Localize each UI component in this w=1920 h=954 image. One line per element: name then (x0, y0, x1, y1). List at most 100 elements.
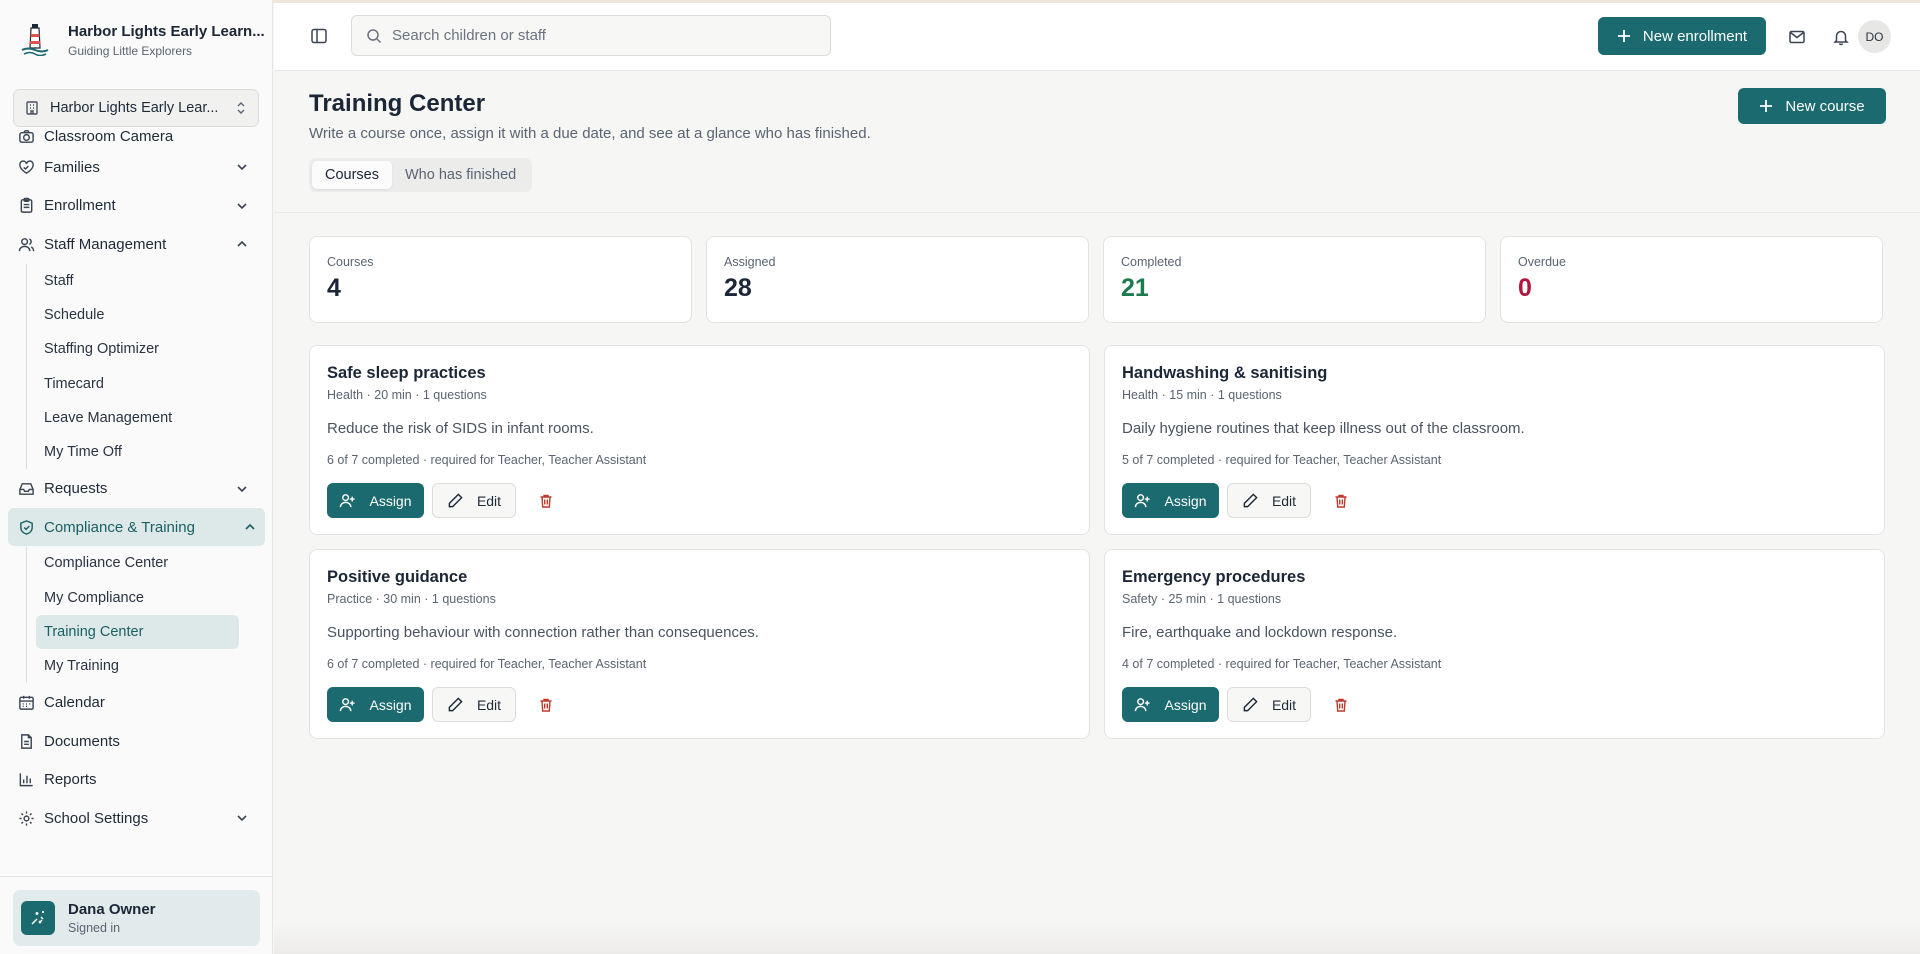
plus-icon (1617, 30, 1630, 42)
sidebar-subitem-my-training[interactable]: My Training (36, 649, 239, 683)
sidebar-nav: Classroom Camera Families Enrollment Sta… (0, 128, 273, 838)
user-status: Signed in (68, 921, 121, 935)
trash-icon[interactable] (538, 697, 554, 713)
course-progress: 6 of 7 completed · required for Teacher,… (327, 657, 647, 671)
course-actions: Assign Edit (1122, 483, 1349, 518)
trash-icon[interactable] (538, 493, 554, 509)
search-icon (367, 28, 382, 43)
assign-button[interactable]: Assign (1122, 483, 1219, 518)
stat-card-completed: Completed 21 (1103, 236, 1486, 323)
brand-tagline: Guiding Little Explorers (68, 44, 193, 58)
sidebar-item-staff-management[interactable]: Staff Management (0, 225, 273, 264)
trash-icon[interactable] (1333, 493, 1349, 509)
course-meta: Safety · 25 min · 1 questions (1122, 592, 1282, 606)
sidebar-item-label: Reports (44, 771, 97, 789)
user-plus-icon (340, 494, 356, 508)
assign-label: Assign (369, 696, 412, 713)
chevron-up-icon (245, 523, 255, 530)
chevron-down-icon (237, 815, 247, 822)
sidebar-item-documents[interactable]: Documents (0, 722, 273, 761)
sidebar-item-families[interactable]: Families (0, 148, 273, 187)
edit-button[interactable]: Edit (432, 687, 516, 722)
course-actions: Assign Edit (327, 483, 554, 518)
assign-button[interactable]: Assign (1122, 687, 1219, 722)
camera-icon (19, 129, 34, 143)
course-title: Safe sleep practices (327, 364, 486, 382)
sidebar-item-enrollment[interactable]: Enrollment (0, 187, 273, 226)
user-plus-icon (1135, 494, 1151, 508)
sidebar-subitem-leave-management[interactable]: Leave Management (36, 401, 239, 435)
course-card: Emergency procedures Safety · 25 min · 1… (1104, 549, 1885, 739)
sidebar-toggle-icon[interactable] (310, 27, 328, 45)
edit-button[interactable]: Edit (1227, 483, 1311, 518)
new-enrollment-button[interactable]: New enrollment (1598, 17, 1766, 55)
tab-who-has-finished[interactable]: Who has finished (392, 161, 529, 189)
edit-label: Edit (1271, 492, 1297, 509)
sidebar-item-label: Classroom Camera (44, 127, 174, 145)
sidebar-subitem-my-compliance[interactable]: My Compliance (36, 581, 239, 615)
course-description: Daily hygiene routines that keep illness… (1122, 420, 1525, 437)
stat-label: Assigned (724, 255, 776, 269)
sidebar-item-label: Enrollment (44, 197, 116, 215)
stat-card-courses: Courses 4 (309, 236, 692, 323)
sidebar-subitem-schedule[interactable]: Schedule (36, 298, 239, 332)
user-card[interactable]: Dana Owner Signed in (13, 890, 260, 946)
course-card: Handwashing & sanitising Health · 15 min… (1104, 345, 1885, 535)
sidebar-subitem-training-center[interactable]: Training Center (36, 614, 239, 650)
sidebar-item-school-settings[interactable]: School Settings (0, 799, 273, 838)
assign-button[interactable]: Assign (327, 483, 424, 518)
file-text-icon (21, 733, 32, 749)
trash-icon[interactable] (1333, 697, 1349, 713)
stat-card-assigned: Assigned 28 (706, 236, 1089, 323)
assign-label: Assign (369, 492, 412, 509)
sidebar-item-label: Staff Management (44, 235, 167, 253)
organization-select[interactable]: Harbor Lights Early Lear... (13, 89, 259, 127)
sidebar-item-requests[interactable]: Requests (0, 469, 273, 508)
brand[interactable]: Harbor Lights Early Learn... Guiding Lit… (20, 22, 265, 59)
sidebar-item-label: Families (44, 158, 100, 176)
stat-label: Courses (327, 255, 374, 269)
stat-value: 21 (1121, 274, 1149, 302)
top-bar: Search children or staff New enrollment … (274, 3, 1920, 71)
new-course-button[interactable]: New course (1738, 88, 1886, 124)
sidebar-subitem-staff[interactable]: Staff (36, 264, 239, 298)
edit-button[interactable]: Edit (1227, 687, 1311, 722)
bell-icon[interactable] (1832, 28, 1850, 46)
course-actions: Assign Edit (327, 687, 554, 722)
compliance-training-submenu: Compliance Center My Compliance Training… (26, 546, 273, 684)
course-grid: Safe sleep practices Health · 20 min · 1… (309, 345, 1887, 739)
new-enrollment-label: New enrollment (1642, 27, 1748, 45)
sidebar-item-calendar[interactable]: Calendar (0, 683, 273, 722)
inbox-icon (19, 483, 34, 495)
chevron-down-icon (237, 164, 247, 171)
sidebar-subitem-staffing-optimizer[interactable]: Staffing Optimizer (36, 332, 239, 366)
assign-button[interactable]: Assign (327, 687, 424, 722)
sidebar-subitem-my-time-off[interactable]: My Time Off (36, 435, 239, 469)
chevron-up-icon (237, 241, 247, 247)
sidebar-subitem-compliance-center[interactable]: Compliance Center (36, 546, 239, 580)
stat-value: 4 (327, 274, 341, 302)
pencil-icon (448, 697, 463, 712)
pencil-icon (448, 493, 463, 508)
user-avatar-button[interactable]: DO (1858, 20, 1891, 53)
edit-label: Edit (476, 696, 502, 713)
course-description: Fire, earthquake and lockdown response. (1122, 624, 1398, 641)
edit-button[interactable]: Edit (432, 483, 516, 518)
course-meta: Practice · 30 min · 1 questions (327, 592, 496, 606)
sidebar-item-classroom-camera[interactable]: Classroom Camera (0, 124, 273, 148)
sidebar-item-label: Documents (44, 732, 120, 750)
assign-label: Assign (1164, 492, 1207, 509)
chevron-down-icon (237, 203, 247, 209)
course-progress: 6 of 7 completed · required for Teacher,… (327, 453, 647, 467)
sidebar-item-compliance-training[interactable]: Compliance & Training (8, 507, 265, 547)
tab-courses[interactable]: Courses (312, 161, 392, 189)
sidebar-item-reports[interactable]: Reports (0, 760, 273, 799)
course-title: Positive guidance (327, 568, 468, 586)
search-input[interactable]: Search children or staff (351, 15, 831, 56)
mail-icon[interactable] (1788, 28, 1806, 46)
stat-value: 28 (724, 274, 752, 302)
course-meta: Health · 15 min · 1 questions (1122, 388, 1282, 402)
sidebar-subitem-timecard[interactable]: Timecard (36, 366, 239, 400)
page-title: Training Center (309, 90, 486, 117)
user-name: Dana Owner (68, 901, 156, 918)
